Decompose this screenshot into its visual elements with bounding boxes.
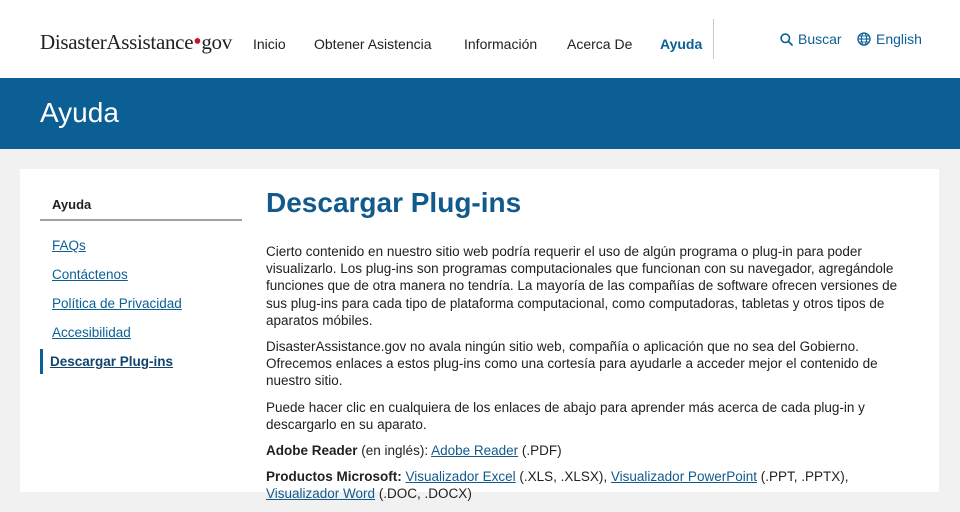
nav-informacion[interactable]: Información: [464, 36, 537, 52]
globe-icon: [857, 32, 871, 46]
nav-inicio[interactable]: Inicio: [253, 36, 286, 52]
sidebar-item-descargar-plugins[interactable]: Descargar Plug-ins: [50, 354, 173, 369]
intro-paragraph: Cierto contenido en nuestro sitio web po…: [266, 244, 898, 328]
powerpoint-ext: (.PPT, .PPTX),: [756, 469, 849, 485]
nav-obtener-asistencia[interactable]: Obtener Asistencia: [314, 36, 432, 52]
word-ext: (.DOC, .DOCX): [375, 486, 472, 502]
adobe-ext: (.PDF): [518, 443, 562, 459]
language-toggle[interactable]: English: [857, 31, 922, 47]
word-viewer-link[interactable]: Visualizador Word: [266, 486, 375, 501]
microsoft-label: Productos Microsoft:: [266, 469, 402, 485]
content-title: Descargar Plug-ins: [266, 187, 522, 218]
excel-viewer-link[interactable]: Visualizador Excel: [406, 469, 516, 484]
logo-main-text: DisasterAssistance: [40, 30, 194, 54]
main-content: Descargar Plug-ins Cierto contenido en n…: [266, 183, 916, 512]
adobe-label: Adobe Reader: [266, 443, 358, 459]
adobe-row: Adobe Reader (en inglés): Adobe Reader (…: [266, 442, 916, 459]
site-header: DisasterAssistance•gov Inicio Obtener As…: [0, 0, 960, 78]
powerpoint-viewer-link[interactable]: Visualizador PowerPoint: [611, 469, 757, 484]
page-banner: Ayuda: [0, 78, 960, 149]
disclaimer-paragraph: DisasterAssistance.gov no avala ningún s…: [266, 339, 878, 389]
microsoft-row: Productos Microsoft: Visualizador Excel …: [266, 468, 916, 502]
logo-tld-text: gov: [201, 30, 232, 54]
search-button[interactable]: Buscar: [780, 31, 842, 47]
language-label: English: [876, 31, 922, 47]
sidebar-divider: [40, 219, 242, 221]
sidebar-item-accesibilidad[interactable]: Accesibilidad: [52, 325, 131, 340]
nav-acerca-de[interactable]: Acerca De: [567, 36, 632, 52]
adobe-note: (en inglés):: [357, 443, 429, 459]
search-label: Buscar: [798, 31, 842, 47]
page-title: Ayuda: [40, 97, 119, 128]
instructions-paragraph: Puede hacer clic en cualquiera de los en…: [266, 399, 865, 432]
search-icon: [780, 32, 793, 46]
sidebar-item-privacidad[interactable]: Política de Privacidad: [52, 296, 182, 311]
sidebar-item-contactenos[interactable]: Contáctenos: [52, 267, 128, 282]
excel-ext: (.XLS, .XLSX),: [515, 469, 611, 485]
nav-divider: [713, 19, 714, 59]
nav-ayuda[interactable]: Ayuda: [660, 36, 702, 52]
sidebar-heading: Ayuda: [52, 197, 92, 212]
site-logo[interactable]: DisasterAssistance•gov: [40, 30, 232, 55]
adobe-reader-link[interactable]: Adobe Reader: [431, 443, 518, 458]
sidebar-active-indicator: [40, 349, 43, 374]
sidebar-item-faqs[interactable]: FAQs: [52, 238, 86, 253]
